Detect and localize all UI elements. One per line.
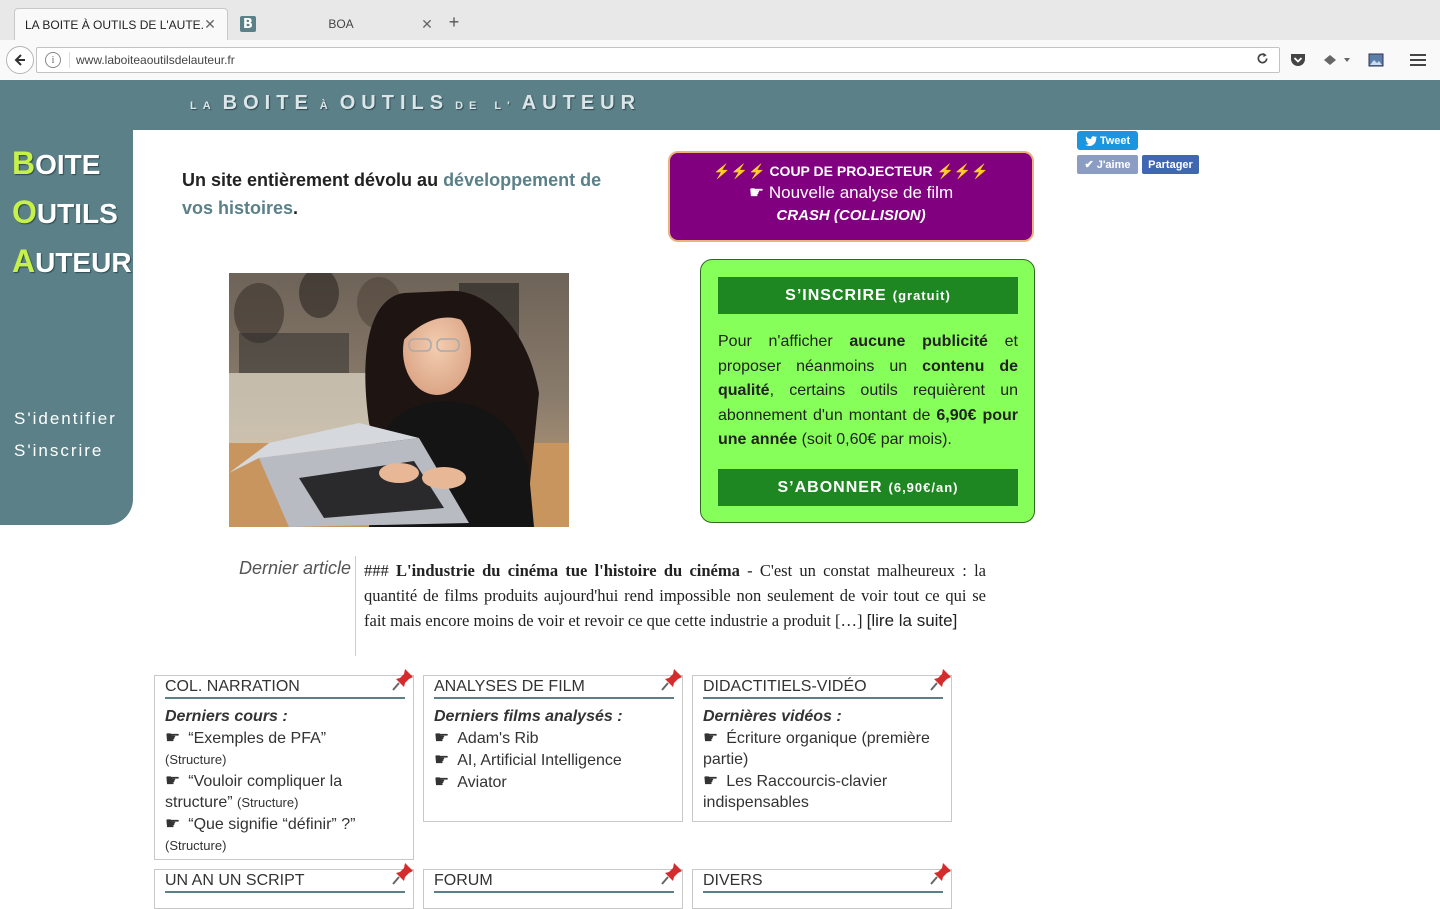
emphasis-text: aucune publicité [849,333,988,350]
tab-title: BOA [328,17,354,31]
spotlight-film-link[interactable]: CRASH (COLLISION) [670,207,1032,224]
browser-nav-bar: i www.laboiteaoutilsdelauteur.fr [0,40,1440,81]
tab-close-icon[interactable]: ✕ [420,16,434,33]
like-button[interactable]: ✔ J'aime [1077,155,1138,174]
text-run: Pour n'afficher [718,333,850,350]
pin-icon [930,669,951,691]
share-button[interactable]: Partager [1142,155,1199,174]
spotlight-box[interactable]: ⚡⚡⚡ COUP DE PROJECTEUR ⚡⚡⚡ ☛ Nouvelle an… [668,151,1034,242]
list-item[interactable]: ☛ “Que signifie “définir” ?” (Structure) [165,813,405,856]
check-icon: ✔ [1084,159,1094,171]
pin-icon [392,863,413,885]
pointing-hand-icon: ☛ [165,771,181,790]
logo-auteur[interactable]: AUTEUR [12,243,132,280]
pin-icon [661,669,682,691]
subscribe-description: Pour n'afficher aucune publicité et prop… [718,330,1018,453]
list-item[interactable]: ☛ Aviator [434,771,674,793]
tab-title: LA BOITE À OUTILS DE L'AUTE... [25,17,203,32]
site-title-word: L' [494,100,516,112]
text-run: (soit 0,60€ par mois). [797,431,952,449]
pointing-hand-icon: ☛ [703,771,719,790]
panel-title[interactable]: UN AN UN SCRIPT [165,872,405,893]
panel-col-narration: COL. NARRATION Derniers cours : ☛ “Exempl… [154,669,414,860]
tweet-button[interactable]: Tweet [1077,131,1138,150]
site-title-word: DE [455,100,483,112]
list-item[interactable]: ☛ Adam's Rib [434,727,674,749]
panel-forum: FORUM [423,863,683,909]
panel-didactitiels-video: DIDACTITIELS-VIDÉO Dernières vidéos : ☛ É… [692,669,952,822]
browser-tab-bar: LA BOITE À OUTILS DE L'AUTE... ✕ B BOA ✕… [0,0,1440,41]
pointing-hand-icon: ☛ [703,728,719,747]
panel-subtitle: Derniers films analysés : [434,708,623,725]
subscribe-button[interactable]: S’ABONNER (6,90€/an) [718,469,1018,506]
site-title-word: LA [190,100,217,112]
panel-title[interactable]: ANALYSES DE FILM [434,678,674,699]
menu-icon[interactable] [1408,50,1428,70]
list-item[interactable]: ☛ AI, Artificial Intelligence [434,749,674,771]
extension-icon[interactable] [1320,50,1354,70]
panel-subtitle: Dernières vidéos : [703,708,842,725]
list-item[interactable]: ☛ Écriture organique (première partie) [703,727,943,770]
twitter-bird-icon [1084,135,1097,146]
url-text[interactable]: www.laboiteaoutilsdelauteur.fr [76,53,1256,67]
register-link[interactable]: S'inscrire [14,441,103,461]
register-button[interactable]: S’INSCRIRE (gratuit) [718,277,1018,314]
last-article-label: Dernier article [238,558,351,578]
divider [355,556,356,656]
lightning-icon: ⚡⚡⚡ [713,163,766,179]
logo-boite[interactable]: BOITE [12,145,100,182]
site-title-word: OUTILS [339,92,450,114]
woman-laptop-photo [229,273,569,527]
site-title-word: AUTEUR [521,92,642,114]
pointing-hand-icon: ☛ [165,814,181,833]
panel-un-an-un-script: UN AN UN SCRIPT [154,863,414,909]
last-article-title[interactable]: L'industrie du cinéma tue l'histoire du … [396,561,740,580]
pointing-hand-icon: ☛ [434,728,450,747]
back-arrow-icon[interactable] [6,46,34,74]
reload-icon[interactable] [1256,52,1269,69]
info-icon[interactable]: i [45,52,61,68]
site-title-word: À [319,100,334,112]
panel-analyses-de-film: ANALYSES DE FILM Derniers films analysés… [423,669,683,822]
spotlight-line: Nouvelle analyse de film [768,183,954,202]
read-more-link[interactable]: [lire la suite] [867,611,958,630]
subscribe-box: S’INSCRIRE (gratuit) Pour n'afficher aucu… [700,259,1035,523]
panel-divers: DIVERS [692,863,952,909]
tab-boite-a-outils[interactable]: LA BOITE À OUTILS DE L'AUTE... ✕ [14,8,228,40]
address-bar[interactable]: i www.laboiteaoutilsdelauteur.fr [36,47,1280,73]
intro-text: Un site entièrement dévolu au développem… [182,170,602,218]
pointing-hand-icon: ☛ [434,772,450,791]
panel-title[interactable]: DIDACTITIELS-VIDÉO [703,678,943,699]
image-icon[interactable] [1366,50,1386,70]
tab-boa[interactable]: B BOA ✕ [232,8,442,40]
panel-title[interactable]: FORUM [434,872,674,893]
pointing-hand-icon: ☛ [748,183,765,202]
site-title[interactable]: LA BOITE À OUTILS DE L' AUTEUR [184,92,641,115]
pointing-hand-icon: ☛ [434,750,450,769]
panel-subtitle: Derniers cours : [165,708,288,725]
logo-outils[interactable]: OUTILS [12,194,118,231]
site-title-word: BOITE [222,92,314,114]
last-article-excerpt: ### L'industrie du cinéma tue l'histoire… [364,561,986,630]
list-item[interactable]: ☛ “Vouloir compliquer la structure” (Stru… [165,770,405,813]
login-link[interactable]: S'identifier [14,409,117,429]
tab-close-icon[interactable]: ✕ [203,16,217,33]
list-item[interactable]: ☛ Les Raccourcis-clavier indispensables [703,770,943,813]
pin-icon [930,863,951,885]
pocket-icon[interactable] [1288,50,1308,70]
panel-title[interactable]: DIVERS [703,872,943,893]
new-tab-button[interactable]: + [444,12,464,33]
panel-title[interactable]: COL. NARRATION [165,678,405,699]
spotlight-heading: COUP DE PROJECTEUR [769,163,933,179]
lightning-icon: ⚡⚡⚡ [936,163,989,179]
pointing-hand-icon: ☛ [165,728,181,747]
boa-favicon-icon: B [240,16,256,32]
list-item[interactable]: ☛ “Exemples de PFA” (Structure) [165,727,405,770]
pin-icon [392,669,413,691]
pin-icon [661,863,682,885]
